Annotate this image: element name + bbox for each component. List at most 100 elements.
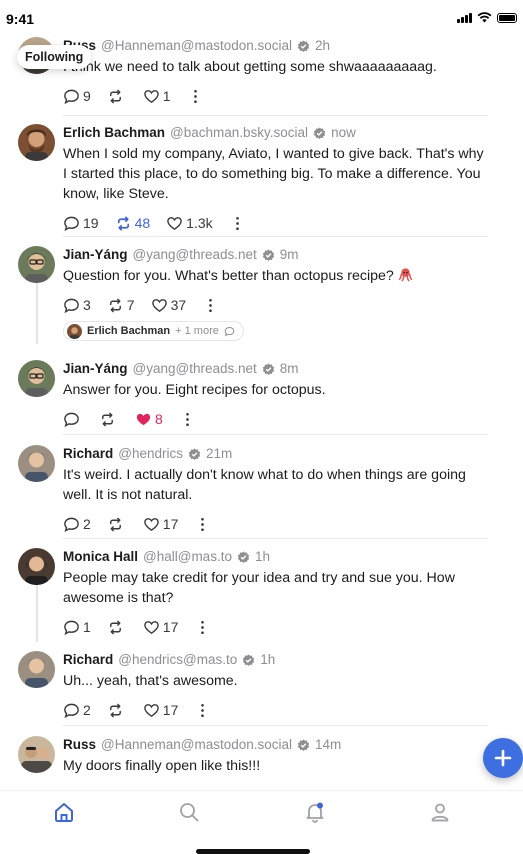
boost-button[interactable]: [107, 88, 127, 105]
wifi-icon: [477, 12, 492, 23]
post-body: Richard @hendrics@mas.to 1h Uh... yeah, …: [63, 651, 488, 719]
chip-name: Erlich Bachman: [87, 325, 171, 337]
reply-icon: [64, 298, 79, 313]
author-name[interactable]: Jian-Yáng: [63, 246, 128, 264]
author-name[interactable]: Erlich Bachman: [63, 124, 165, 142]
author-name[interactable]: Jian-Yáng: [63, 360, 128, 378]
boost-button[interactable]: [107, 702, 127, 719]
reply-button[interactable]: 2: [63, 516, 91, 533]
post-header: Monica Hall @hall@mas.to 1h: [63, 548, 488, 566]
avatar[interactable]: [18, 651, 55, 688]
heart-icon: [143, 620, 159, 634]
like-button[interactable]: 17: [143, 702, 179, 719]
post-body: Richard @hendrics 21m It's weird. I actu…: [63, 445, 488, 533]
divider: [63, 434, 488, 435]
avatar[interactable]: [18, 445, 55, 482]
more-vertical-icon: [209, 298, 212, 312]
more-options-button[interactable]: [194, 619, 211, 636]
post-time: 2h: [315, 38, 331, 53]
bell-icon: [306, 802, 324, 823]
reply-icon: [64, 216, 79, 231]
search-icon: [180, 803, 199, 822]
reply-button[interactable]: 19: [63, 215, 99, 232]
boost-button[interactable]: [99, 411, 119, 428]
heart-icon: [143, 89, 159, 103]
more-options-button[interactable]: [194, 702, 211, 719]
divider: [63, 725, 488, 726]
post-header: Jian-Yáng @yang@threads.net 8m: [63, 360, 488, 378]
post-actions: 1 17: [63, 618, 488, 636]
timeline-feed[interactable]: Russ @Hanneman@mastodon.social 2h I thin…: [0, 36, 523, 790]
thread-line: [36, 584, 38, 642]
reply-button[interactable]: 1: [63, 619, 91, 636]
tab-profile[interactable]: [429, 801, 453, 825]
post-actions: 8: [63, 410, 488, 428]
post-actions: 3 7 37: [63, 296, 488, 314]
like-button[interactable]: 1.3k: [166, 215, 213, 232]
chip-avatar: [67, 323, 82, 339]
reply-count: 2: [83, 516, 91, 532]
reply-count: 9: [83, 88, 91, 104]
avatar[interactable]: [18, 124, 55, 161]
boost-button[interactable]: [107, 619, 127, 636]
post-body: Russ @Hanneman@mastodon.social 2h I thin…: [63, 37, 488, 105]
like-button[interactable]: 8: [135, 411, 163, 428]
boost-count: 48: [134, 215, 151, 231]
like-button[interactable]: 1: [143, 88, 171, 105]
boost-button[interactable]: 48: [115, 215, 151, 232]
avatar[interactable]: [18, 548, 55, 585]
reply-button[interactable]: [63, 411, 83, 428]
more-options-button[interactable]: [194, 516, 211, 533]
author-handle: @hendrics: [118, 446, 183, 461]
thread-context-chip[interactable]: Erlich Bachman + 1 more: [63, 321, 244, 341]
reply-button[interactable]: 2: [63, 702, 91, 719]
more-options-button[interactable]: [229, 215, 246, 232]
tab-search[interactable]: [178, 801, 202, 825]
boost-button[interactable]: [107, 516, 127, 533]
post-actions: 2 17: [63, 515, 488, 533]
heart-icon: [151, 298, 167, 312]
reply-count: 19: [83, 215, 99, 231]
post-text: People may take credit for your idea and…: [63, 570, 455, 606]
compose-button[interactable]: [483, 738, 523, 778]
more-options-button[interactable]: [187, 88, 204, 105]
post-time: now: [331, 125, 356, 140]
following-filter-button[interactable]: Following: [17, 45, 92, 69]
post-text: My doors finally open like this!!!: [63, 758, 261, 774]
avatar[interactable]: [18, 246, 55, 283]
post-body: Russ @Hanneman@mastodon.social 14m My do…: [63, 736, 488, 776]
tab-home[interactable]: [53, 801, 77, 825]
reply-icon: [64, 620, 79, 635]
more-options-button[interactable]: [202, 297, 219, 314]
divider: [63, 236, 488, 237]
boost-button[interactable]: 7: [107, 297, 135, 314]
author-handle: @yang@threads.net: [132, 247, 257, 262]
post-time: 1h: [254, 549, 270, 564]
author-name[interactable]: Monica Hall: [63, 548, 138, 566]
post-text-content: Question for you. What's better than oct…: [63, 268, 394, 284]
more-options-button[interactable]: [179, 411, 196, 428]
author-name[interactable]: Richard: [63, 651, 113, 669]
like-count: 17: [162, 702, 179, 718]
like-button[interactable]: 17: [143, 619, 178, 636]
avatar[interactable]: [18, 736, 55, 773]
like-button[interactable]: 17: [143, 516, 178, 533]
author-handle: @hall@mas.to: [143, 549, 232, 564]
verified-icon: [297, 39, 310, 52]
avatar[interactable]: [18, 360, 55, 397]
signal-icon: [457, 12, 472, 23]
author-name[interactable]: Richard: [63, 445, 113, 463]
more-vertical-icon: [201, 703, 205, 717]
reply-icon: [64, 89, 79, 104]
reply-button[interactable]: 3: [63, 297, 91, 314]
reply-icon: [64, 412, 79, 427]
post-text: It's weird. I actually don't know what t…: [63, 467, 466, 503]
like-button[interactable]: 37: [151, 297, 187, 314]
boost-icon: [102, 412, 113, 426]
tab-bar: [0, 790, 523, 854]
reply-button[interactable]: 9: [63, 88, 91, 105]
post-header: Russ @Hanneman@mastodon.social 2h: [63, 37, 488, 55]
author-name[interactable]: Russ: [63, 736, 96, 754]
like-count: 37: [170, 297, 187, 313]
tab-notifications[interactable]: [304, 801, 328, 825]
